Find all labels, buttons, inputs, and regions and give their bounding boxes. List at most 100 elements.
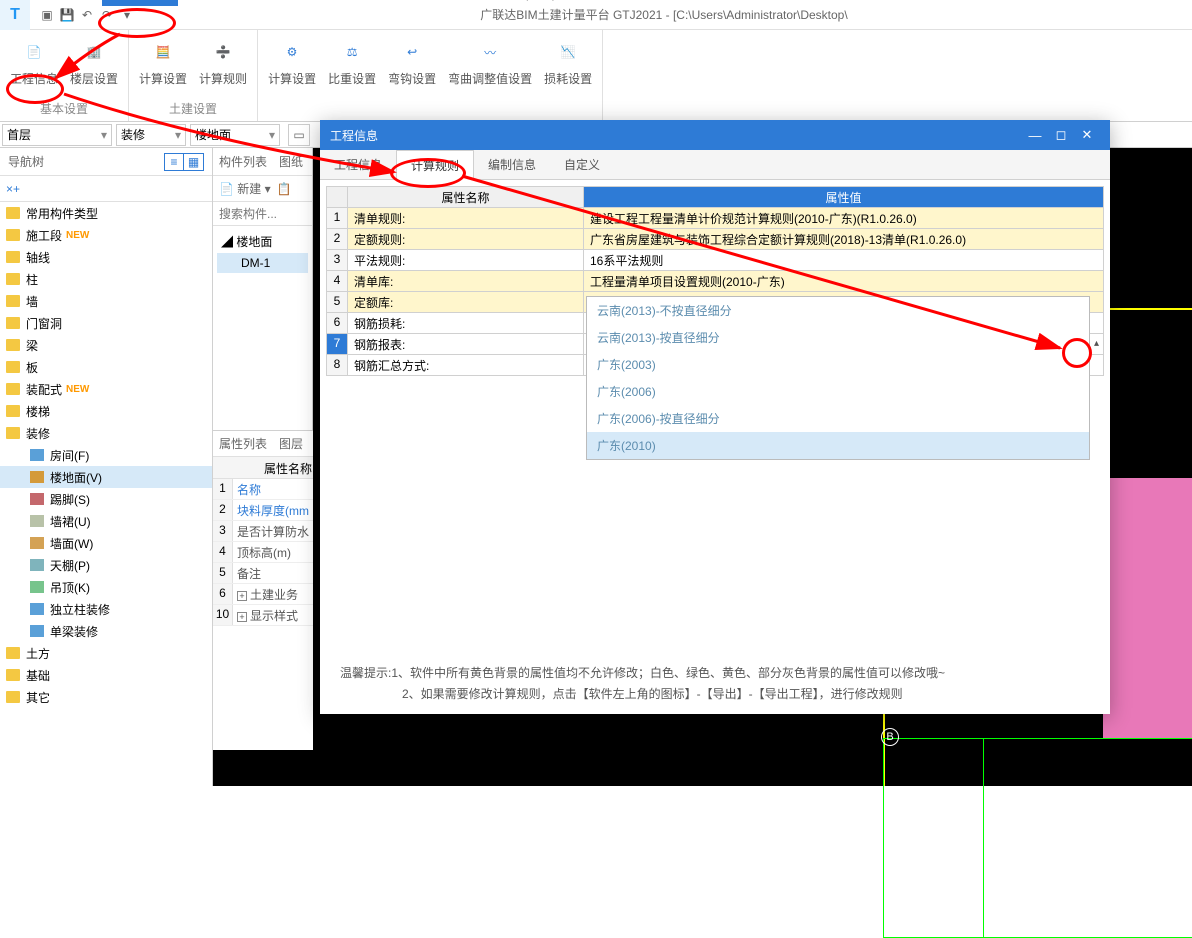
dialog-tab-compile[interactable]: 编制信息 bbox=[474, 150, 550, 179]
nav-subitem[interactable]: 墙面(W) bbox=[0, 532, 212, 554]
bend-icon: 〰 bbox=[474, 36, 506, 68]
prop-row[interactable]: 10+显示样式 bbox=[213, 605, 313, 626]
component-search-input[interactable] bbox=[219, 207, 306, 221]
subcat-select[interactable]: 楼地面▾ bbox=[190, 124, 280, 146]
nav-item[interactable]: 轴线 bbox=[0, 246, 212, 268]
layer-tool1-icon[interactable]: ▭ bbox=[288, 124, 310, 146]
grid-row[interactable]: 4清单库:工程量清单项目设置规则(2010-广东) bbox=[326, 271, 1104, 292]
nav-subitem[interactable]: 房间(F) bbox=[0, 444, 212, 466]
grid-row[interactable]: 3平法规则:16系平法规则 bbox=[326, 250, 1104, 271]
ribbon-tab-quantity[interactable]: 工程量 bbox=[334, 0, 398, 6]
ribbon-tab-view[interactable]: 视图 bbox=[230, 0, 282, 6]
floor-select[interactable]: 首层▾ bbox=[2, 124, 112, 146]
nav-item[interactable]: 梁 bbox=[0, 334, 212, 356]
hook-icon: ↩ bbox=[396, 36, 428, 68]
prop-row[interactable]: 2块料厚度(mm bbox=[213, 500, 313, 521]
ribbon-project-info-button[interactable]: 📄 工程信息 bbox=[4, 32, 64, 91]
tab-component-list[interactable]: 构件列表 bbox=[219, 153, 267, 170]
dialog-tab-calc-rules[interactable]: 计算规则 bbox=[396, 150, 474, 180]
tab-drawing[interactable]: 图纸 bbox=[279, 153, 303, 170]
ribbon-calc-settings2-button[interactable]: ⚙ 计算设置 bbox=[262, 32, 322, 91]
qat-open-icon[interactable]: ▣ bbox=[38, 6, 56, 24]
ribbon-loss-button[interactable]: 📉 损耗设置 bbox=[538, 32, 598, 91]
dialog-title: 工程信息 bbox=[330, 127, 1022, 144]
comp-root[interactable]: ◢ 楼地面 bbox=[217, 230, 308, 253]
weight-icon: ⚖ bbox=[336, 36, 368, 68]
ribbon-floor-settings-button[interactable]: 🏢 楼层设置 bbox=[64, 32, 124, 91]
copy-icon[interactable]: 📋 bbox=[277, 182, 292, 196]
ribbon-tab-cloud[interactable]: 云应用 bbox=[398, 0, 462, 6]
tab-layer[interactable]: 图层 bbox=[279, 435, 303, 452]
nav-subitem[interactable]: 天棚(P) bbox=[0, 554, 212, 576]
ribbon-tab-modeling[interactable]: 建模 bbox=[178, 0, 230, 6]
grid-row[interactable]: 2定额规则:广东省房屋建筑与装饰工程综合定额计算规则(2018)-13清单(R1… bbox=[326, 229, 1104, 250]
view-list-icon[interactable]: ≡ bbox=[164, 153, 184, 171]
nav-item[interactable]: 楼梯 bbox=[0, 400, 212, 422]
grid-header-value: 属性值 bbox=[584, 186, 1104, 208]
chevron-down-icon: ▾ bbox=[269, 128, 275, 142]
category-select[interactable]: 装修▾ bbox=[116, 124, 186, 146]
nav-item[interactable]: 墙 bbox=[0, 290, 212, 312]
nav-item[interactable]: 其它 bbox=[0, 686, 212, 708]
qat-save-icon[interactable]: 💾 bbox=[58, 6, 76, 24]
grid-row[interactable]: 1清单规则:建设工程工程量清单计价规范计算规则(2010-广东)(R1.0.26… bbox=[326, 208, 1104, 229]
minimize-icon[interactable]: — bbox=[1022, 122, 1048, 149]
nav-item[interactable]: 柱 bbox=[0, 268, 212, 290]
nav-subitem[interactable]: 墙裙(U) bbox=[0, 510, 212, 532]
view-grid-icon[interactable]: ▦ bbox=[184, 153, 204, 171]
nav-item[interactable]: 板 bbox=[0, 356, 212, 378]
dropdown-option[interactable]: 广东(2006)-按直径细分 bbox=[587, 405, 1089, 432]
comp-item[interactable]: DM-1 bbox=[217, 253, 308, 273]
dialog-tab-info[interactable]: 工程信息 bbox=[320, 150, 396, 179]
ribbon-tab-project-settings[interactable]: 工程设置 bbox=[102, 0, 178, 6]
app-logo[interactable]: T bbox=[0, 0, 30, 30]
prop-row[interactable]: 4顶标高(m) bbox=[213, 542, 313, 563]
nav-subitem[interactable]: 楼地面(V) bbox=[0, 466, 212, 488]
property-panel: 属性列表 图层 属性名称 1名称2块料厚度(mm3是否计算防水4顶标高(m)5备… bbox=[213, 430, 313, 750]
ribbon-bend-button[interactable]: 〰 弯曲调整值设置 bbox=[442, 32, 538, 91]
ribbon-tab-start[interactable]: 开始 bbox=[50, 0, 102, 6]
prop-row[interactable]: 3是否计算防水 bbox=[213, 521, 313, 542]
grid-header-name: 属性名称 bbox=[348, 186, 584, 208]
nav-subitem[interactable]: 单梁装修 bbox=[0, 620, 212, 642]
dropdown-option[interactable]: 广东(2003) bbox=[587, 351, 1089, 378]
nav-subitem[interactable]: 吊顶(K) bbox=[0, 576, 212, 598]
dropdown-option[interactable]: 广东(2010) bbox=[587, 432, 1089, 459]
nav-title: 导航树 bbox=[8, 153, 44, 170]
qat-down-icon[interactable]: ▾ bbox=[118, 6, 136, 24]
prop-row[interactable]: 6+土建业务 bbox=[213, 584, 313, 605]
nav-item[interactable]: 常用构件类型 bbox=[0, 202, 212, 224]
nav-item[interactable]: 土方 bbox=[0, 642, 212, 664]
ribbon-tab-tools[interactable]: 工具 bbox=[282, 0, 334, 6]
new-component-button[interactable]: 📄 新建 ▾ bbox=[219, 180, 271, 197]
maximize-icon[interactable]: ◻ bbox=[1048, 121, 1074, 149]
nav-subitem[interactable]: 独立柱装修 bbox=[0, 598, 212, 620]
close-icon[interactable]: ✕ bbox=[1074, 121, 1100, 149]
ribbon-weight-button[interactable]: ⚖ 比重设置 bbox=[322, 32, 382, 91]
dropdown-option[interactable]: 云南(2013)-不按直径细分 bbox=[587, 297, 1089, 324]
dialog-tab-custom[interactable]: 自定义 bbox=[550, 150, 614, 179]
nav-subitem[interactable]: 踢脚(S) bbox=[0, 488, 212, 510]
qat-redo-icon[interactable]: ↷ bbox=[98, 6, 116, 24]
canvas-region bbox=[1103, 478, 1192, 738]
tab-property-list[interactable]: 属性列表 bbox=[219, 435, 267, 452]
canvas-grid-green-v bbox=[983, 738, 984, 938]
prop-row[interactable]: 1名称 bbox=[213, 479, 313, 500]
ribbon-hook-button[interactable]: ↩ 弯钩设置 bbox=[382, 32, 442, 91]
qat-undo-icon[interactable]: ↶ bbox=[78, 6, 96, 24]
dropdown-option[interactable]: 云南(2013)-按直径细分 bbox=[587, 324, 1089, 351]
ribbon-tab-collab[interactable]: 协同建模(限免) bbox=[462, 0, 570, 6]
dialog-titlebar[interactable]: 工程信息 — ◻ ✕ bbox=[320, 120, 1110, 150]
calc-settings2-icon: ⚙ bbox=[276, 36, 308, 68]
nav-item-decor[interactable]: 装修 bbox=[0, 422, 212, 444]
nav-filter-button[interactable]: ×+ bbox=[0, 176, 212, 202]
nav-item[interactable]: 门窗洞 bbox=[0, 312, 212, 334]
ribbon-calc-rules-button[interactable]: ➗ 计算规则 bbox=[193, 32, 253, 91]
dropdown-option[interactable]: 广东(2006) bbox=[587, 378, 1089, 405]
nav-item[interactable]: 基础 bbox=[0, 664, 212, 686]
nav-item[interactable]: 施工段NEW bbox=[0, 224, 212, 246]
prop-row[interactable]: 5备注 bbox=[213, 563, 313, 584]
nav-item[interactable]: 装配式NEW bbox=[0, 378, 212, 400]
ribbon-calc-settings-button[interactable]: 🧮 计算设置 bbox=[133, 32, 193, 91]
chevron-down-icon: ▾ bbox=[175, 128, 181, 142]
